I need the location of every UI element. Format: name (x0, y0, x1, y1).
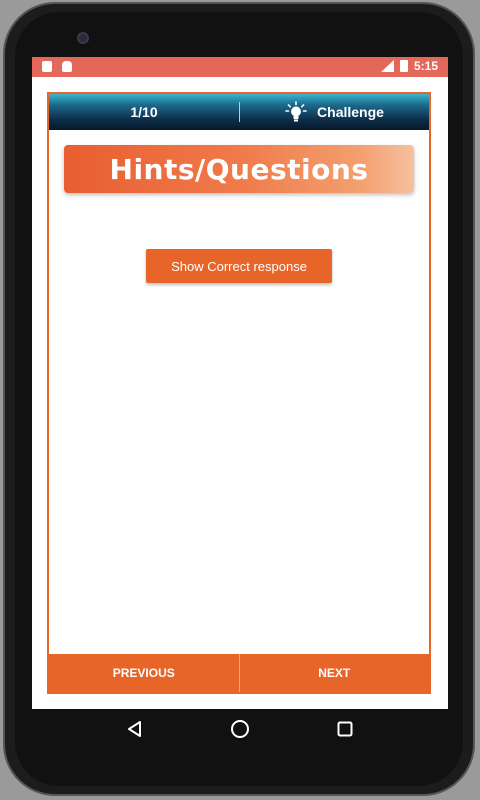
question-counter: 1/10 (130, 104, 158, 120)
next-button[interactable]: NEXT (240, 654, 430, 692)
back-triangle-icon[interactable] (125, 719, 145, 739)
battery-icon (399, 60, 408, 72)
recents-square-icon[interactable] (335, 719, 355, 739)
status-time: 5:15 (413, 59, 438, 73)
hints-banner: Hints/Questions (64, 145, 414, 193)
banner-title: Hints/Questions (109, 152, 369, 186)
challenge-button[interactable]: Challenge (240, 101, 429, 123)
signal-icon (380, 60, 394, 72)
status-bar-right: 5:15 (380, 59, 438, 73)
bottom-navigation: PREVIOUS NEXT (49, 654, 429, 692)
front-camera (77, 32, 89, 44)
device-screen: 5:15 1/10 Challenge Hints/Questions Show… (32, 57, 448, 709)
lightbulb-icon (285, 101, 307, 123)
android-icon (62, 61, 72, 72)
challenge-label: Challenge (317, 104, 384, 120)
previous-button[interactable]: PREVIOUS (49, 654, 239, 692)
system-navigation-bar (32, 709, 448, 749)
quiz-top-bar: 1/10 Challenge (49, 94, 429, 130)
sd-card-icon (42, 61, 52, 72)
show-correct-response-button[interactable]: Show Correct response (146, 249, 332, 283)
status-bar-left (42, 61, 72, 72)
status-bar: 5:15 (32, 57, 448, 77)
home-circle-icon[interactable] (230, 719, 250, 739)
quiz-content: 1/10 Challenge Hints/Questions Show Corr… (47, 92, 431, 694)
